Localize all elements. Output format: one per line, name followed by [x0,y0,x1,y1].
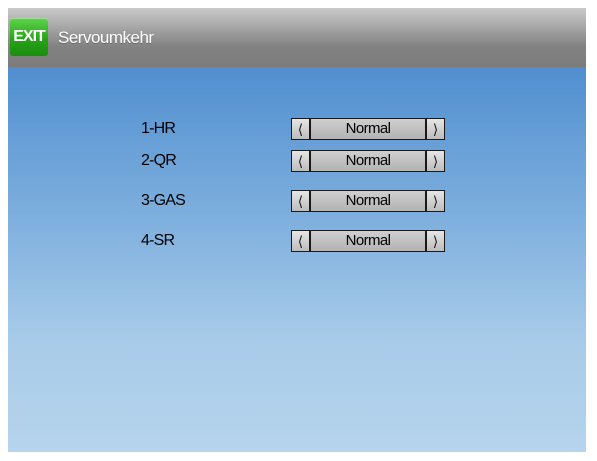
reverse-selector: ⟨ Normal ⟩ [291,118,445,140]
channel-row-3: 3-GAS ⟨ Normal ⟩ [8,190,586,212]
screen: EXIT Servoumkehr 1-HR ⟨ Normal ⟩ 2-QR ⟨ … [8,8,586,452]
reverse-selector: ⟨ Normal ⟩ [291,190,445,212]
reverse-value[interactable]: Normal [310,150,426,172]
channel-label: 4-SR [141,232,175,249]
page-title: Servoumkehr [58,28,154,47]
reverse-value[interactable]: Normal [310,190,426,212]
channel-row-4: 4-SR ⟨ Normal ⟩ [8,230,586,252]
channel-label: 2-QR [141,152,177,169]
channel-row-2: 2-QR ⟨ Normal ⟩ [8,150,586,172]
chevron-right-icon[interactable]: ⟩ [426,190,445,212]
channel-row-1: 1-HR ⟨ Normal ⟩ [8,118,586,140]
reverse-selector: ⟨ Normal ⟩ [291,230,445,252]
chevron-left-icon[interactable]: ⟨ [291,150,310,172]
reverse-value[interactable]: Normal [310,230,426,252]
reverse-value[interactable]: Normal [310,118,426,140]
channel-label: 3-GAS [141,192,186,209]
reverse-selector: ⟨ Normal ⟩ [291,150,445,172]
chevron-left-icon[interactable]: ⟨ [291,118,310,140]
channel-label: 1-HR [141,120,176,137]
chevron-right-icon[interactable]: ⟩ [426,118,445,140]
chevron-right-icon[interactable]: ⟩ [426,230,445,252]
chevron-left-icon[interactable]: ⟨ [291,230,310,252]
chevron-left-icon[interactable]: ⟨ [291,190,310,212]
chevron-right-icon[interactable]: ⟩ [426,150,445,172]
exit-button[interactable]: EXIT [10,18,48,56]
title-bar: EXIT Servoumkehr [8,8,586,67]
